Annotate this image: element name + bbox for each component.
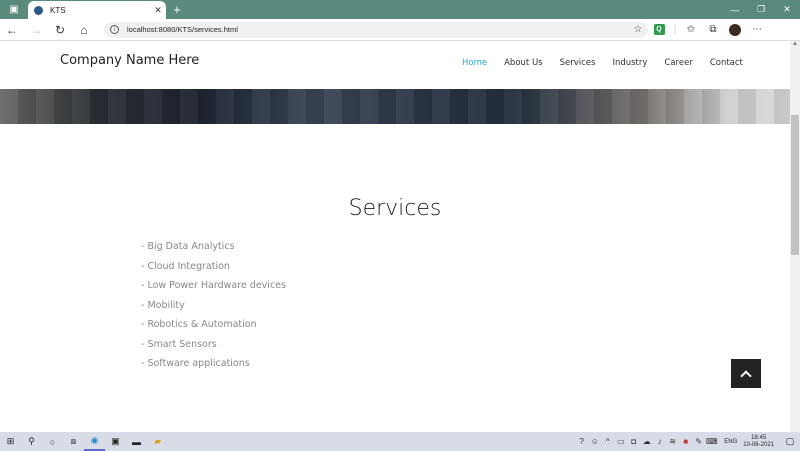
- clock-date: 10-06-2021: [743, 441, 774, 448]
- main-content: Services - Big Data Analytics - Cloud In…: [0, 124, 790, 432]
- app-icon[interactable]: ▣: [105, 432, 126, 451]
- back-button[interactable]: ←: [0, 19, 24, 41]
- windows-taskbar: ⊞ ⚲ ○ ⧈ ◉ ▣ ▬ ▰ ? ☺ ^ ▭ ◘ ☁ ♪ ≋ ■ ✎ ⌨ EN…: [0, 432, 800, 451]
- nav-industry[interactable]: Industry: [612, 58, 647, 68]
- cloud-icon[interactable]: ☁: [640, 437, 653, 446]
- favicon-icon: [34, 5, 43, 15]
- home-button[interactable]: ⌂: [72, 19, 96, 41]
- chevron-up-icon[interactable]: ^: [601, 437, 614, 446]
- nav-about-us[interactable]: About Us: [504, 58, 542, 68]
- system-tray: ? ☺ ^ ▭ ◘ ☁ ♪ ≋ ■ ✎ ⌨ ENG 18:45 10-06-20…: [575, 432, 800, 451]
- browser-tab[interactable]: KTS ✕: [28, 0, 166, 20]
- tab-close-icon[interactable]: ✕: [150, 5, 166, 16]
- list-item: - Software applications: [141, 358, 250, 369]
- chevron-up-icon: [740, 369, 752, 382]
- divider: |: [673, 24, 677, 35]
- info-icon[interactable]: i: [110, 25, 119, 34]
- page-title: Services: [348, 196, 442, 221]
- nav-services[interactable]: Services: [560, 58, 596, 68]
- volume-icon[interactable]: ♪: [653, 437, 666, 446]
- services-list: - Big Data Analytics - Cloud Integration…: [141, 241, 286, 378]
- file-explorer-icon[interactable]: ▰: [147, 432, 168, 451]
- avatar: [729, 23, 741, 36]
- favorite-star-icon[interactable]: ☆: [628, 24, 648, 35]
- favorites-icon[interactable]: ✩: [680, 19, 702, 41]
- browser-toolbar: ← → ↻ ⌂ i localhost:8080/KTS/services.ht…: [0, 19, 800, 41]
- extension-q-icon: Q: [653, 24, 665, 35]
- site-nav: Home About Us Services Industry Career C…: [462, 58, 760, 68]
- task-view-icon[interactable]: ⧈: [63, 432, 84, 451]
- wifi-icon[interactable]: ≋: [666, 437, 679, 446]
- close-window-button[interactable]: ✕: [774, 0, 800, 19]
- start-icon[interactable]: ⊞: [0, 432, 21, 451]
- notifications-icon[interactable]: ▢: [780, 436, 800, 447]
- list-item: - Low Power Hardware devices: [141, 280, 286, 291]
- page-scrollbar[interactable]: ▲: [790, 41, 800, 432]
- brand-name[interactable]: Company Name Here: [60, 53, 199, 68]
- restore-button[interactable]: ❐: [748, 0, 774, 19]
- terminal-icon[interactable]: ▬: [126, 432, 147, 451]
- list-item: - Smart Sensors: [141, 338, 217, 350]
- language-indicator[interactable]: ENG: [724, 439, 737, 445]
- security-icon[interactable]: ■: [679, 437, 692, 446]
- more-options-icon[interactable]: ⋯: [746, 19, 768, 41]
- network-icon[interactable]: ◘: [627, 437, 640, 446]
- address-bar[interactable]: i localhost:8080/KTS/services.html ☆: [104, 21, 648, 38]
- search-icon[interactable]: ⚲: [21, 432, 42, 451]
- clock[interactable]: 18:45 10-06-2021: [743, 435, 774, 449]
- tab-actions-icon[interactable]: ▣: [0, 0, 28, 19]
- list-item: - Cloud Integration: [141, 260, 230, 272]
- new-tab-button[interactable]: +: [166, 0, 188, 19]
- nav-home[interactable]: Home: [462, 58, 487, 68]
- clock-time: 18:45: [751, 434, 767, 441]
- reload-button[interactable]: ↻: [48, 19, 72, 41]
- url-text: localhost:8080/KTS/services.html: [127, 25, 238, 34]
- scroll-up-arrow-icon[interactable]: ▲: [790, 41, 800, 51]
- hero-banner: [0, 89, 790, 124]
- list-item: - Mobility: [141, 299, 185, 311]
- profile-button[interactable]: [724, 19, 746, 41]
- browser-tab-strip: ▣ KTS ✕ + — ❐ ✕: [0, 0, 800, 20]
- scroll-to-top-button[interactable]: [731, 359, 761, 388]
- forward-button[interactable]: →: [24, 19, 48, 41]
- people-icon[interactable]: ☺: [588, 437, 601, 446]
- nav-contact[interactable]: Contact: [710, 58, 743, 68]
- pen-icon[interactable]: ✎: [692, 437, 705, 446]
- nav-career[interactable]: Career: [664, 58, 692, 68]
- minimize-button[interactable]: —: [722, 0, 748, 19]
- keyboard-icon[interactable]: ⌨: [705, 437, 718, 446]
- edge-icon[interactable]: ◉: [84, 432, 105, 451]
- battery-icon[interactable]: ▭: [614, 437, 627, 446]
- extension-button[interactable]: Q: [648, 19, 670, 41]
- cortana-icon[interactable]: ○: [42, 432, 63, 451]
- window-controls: — ❐ ✕: [722, 0, 800, 19]
- list-item: - Robotics & Automation: [141, 319, 257, 330]
- scroll-thumb[interactable]: [791, 115, 799, 255]
- collections-icon[interactable]: ⧉: [702, 19, 724, 41]
- list-item: - Big Data Analytics: [141, 241, 235, 252]
- tab-title: KTS: [50, 5, 66, 15]
- site-header: Company Name Here Home About Us Services…: [0, 41, 790, 89]
- help-icon[interactable]: ?: [575, 437, 588, 446]
